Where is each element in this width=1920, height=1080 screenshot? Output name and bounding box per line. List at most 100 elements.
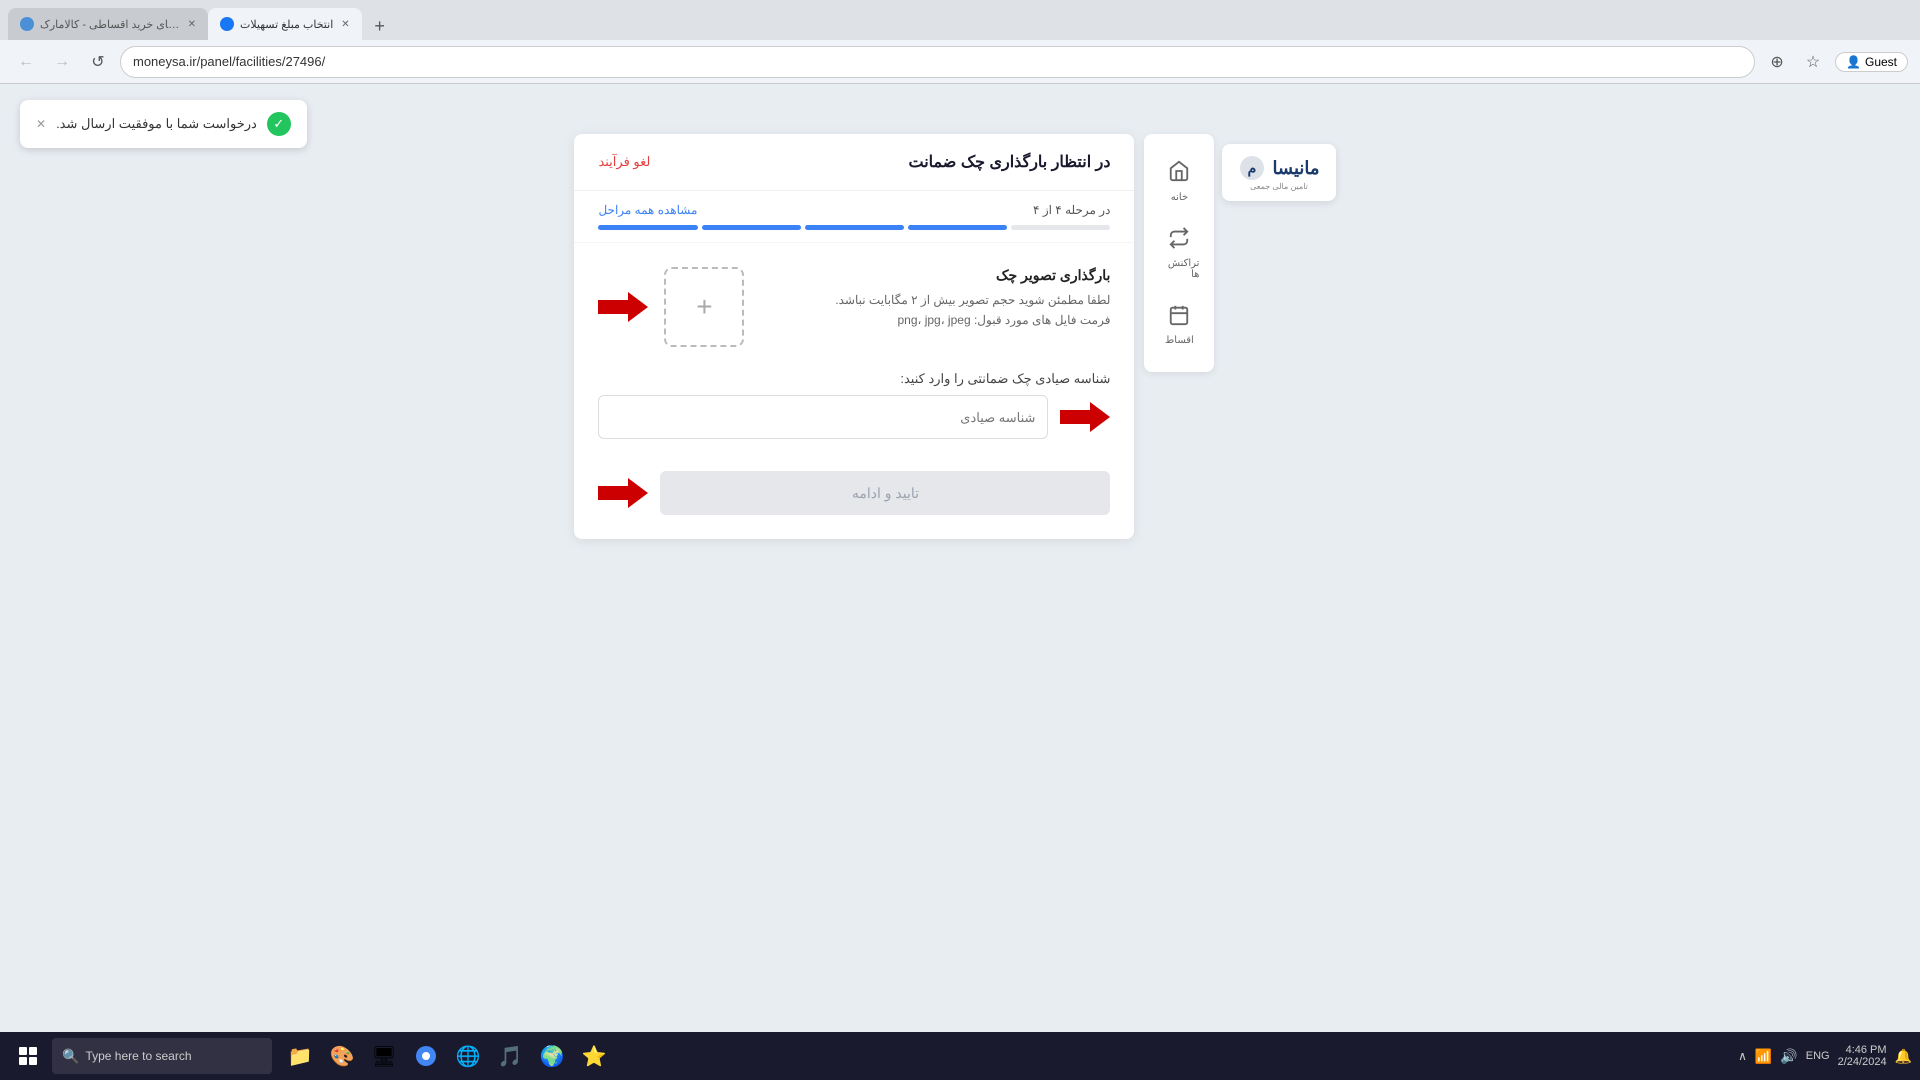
- content-panel: در انتظار بارگذاری چک ضمانت لغو فرآیند د…: [574, 134, 1134, 539]
- input-wrapper: [598, 395, 1110, 439]
- field-label: شناسه صیادی چک ضمانتی را وارد کنید:: [598, 371, 1110, 387]
- logo-icon: م: [1238, 154, 1266, 182]
- transactions-label: تراکنش ها: [1159, 258, 1199, 280]
- taskbar-app-chrome2[interactable]: 🌍: [532, 1036, 572, 1076]
- notification-check-icon: ✓: [267, 112, 291, 136]
- submit-area: تایید و ادامه: [574, 455, 1134, 539]
- upload-info: بارگذاری تصویر چک لطفا مطمئن شوید حجم تص…: [760, 267, 1110, 331]
- svg-text:م: م: [1248, 160, 1257, 177]
- address-bar[interactable]: moneysa.ir/panel/facilities/27496/: [120, 46, 1755, 78]
- profile-button[interactable]: 👤 Guest: [1835, 52, 1908, 72]
- upload-desc-line2: فرمت فایل های مورد قبول: png، jpg، jpeg: [760, 310, 1110, 330]
- submit-arrow: [598, 478, 648, 508]
- taskbar-clock: 4:46 PM 2/24/2024: [1838, 1044, 1887, 1068]
- profile-label: Guest: [1865, 55, 1897, 69]
- notification-bar: ✕ درخواست شما با موفقیت ارسال شد. ✓: [20, 100, 307, 148]
- taskbar-time: 4:46 PM: [1846, 1044, 1887, 1056]
- tab1-favicon: [20, 17, 34, 31]
- upload-box[interactable]: +: [664, 267, 744, 347]
- taskbar-right: ∧ 📶 🔊 ENG 4:46 PM 2/24/2024 🔔: [1738, 1044, 1912, 1068]
- taskbar-search-icon: 🔍: [62, 1048, 79, 1065]
- forward-button[interactable]: →: [48, 48, 76, 76]
- panel-title: در انتظار بارگذاری چک ضمانت: [909, 152, 1111, 172]
- logo-box: مانیسا م تامین مالی جمعی: [1222, 144, 1335, 201]
- taskbar-app-file-explorer[interactable]: 📁: [280, 1036, 320, 1076]
- sidebar-item-installments[interactable]: اقساط: [1149, 294, 1209, 356]
- upload-desc-line1: لطفا مطمئن شوید حجم تصویر بیش از ۲ مگابا…: [760, 290, 1110, 310]
- reload-button[interactable]: ↺: [84, 48, 112, 76]
- notification-close[interactable]: ✕: [36, 117, 46, 131]
- notification-text: درخواست شما با موفقیت ارسال شد.: [56, 116, 257, 132]
- home-icon: [1168, 160, 1190, 188]
- tab-bar: راهنمای خرید اقساطی - کالامارک ✕ انتخاب …: [0, 0, 1920, 40]
- taskbar: 🔍 Type here to search 📁 🎨 🖥 🌐 🎵 🌍 ⭐ ∧ 📶 …: [0, 1032, 1920, 1080]
- notifications-icon[interactable]: 🔔: [1895, 1048, 1912, 1065]
- page-content: ✕ درخواست شما با موفقیت ارسال شد. ✓ در ا…: [0, 84, 1920, 1032]
- taskbar-app-ps[interactable]: 🎨: [322, 1036, 362, 1076]
- lang-indicator: ENG: [1806, 1050, 1830, 1062]
- back-button[interactable]: ←: [12, 48, 40, 76]
- tab-2[interactable]: انتخاب مبلغ تسهیلات ✕: [208, 8, 362, 40]
- sidebar: خانه تراکنش ها: [1144, 134, 1214, 372]
- taskbar-search[interactable]: 🔍 Type here to search: [52, 1038, 272, 1074]
- browser-chrome: راهنمای خرید اقساطی - کالامارک ✕ انتخاب …: [0, 0, 1920, 84]
- progress-seg-5: [598, 225, 697, 230]
- arrow-right-icon: [598, 292, 648, 322]
- main-layout: در انتظار بارگذاری چک ضمانت لغو فرآیند د…: [574, 134, 1345, 539]
- new-tab-button[interactable]: +: [366, 12, 394, 40]
- form-area: بارگذاری تصویر چک لطفا مطمئن شوید حجم تص…: [574, 243, 1134, 455]
- speaker-icon: 🔊: [1780, 1048, 1797, 1065]
- tab2-label: انتخاب مبلغ تسهیلات: [240, 18, 333, 31]
- home-label: خانه: [1171, 192, 1188, 203]
- translate-icon[interactable]: ⊕: [1763, 48, 1791, 76]
- field-section: شناسه صیادی چک ضمانتی را وارد کنید:: [598, 371, 1110, 439]
- taskbar-app-chrome[interactable]: 🌐: [448, 1036, 488, 1076]
- progress-bar: [598, 225, 1110, 230]
- taskbar-app-chrome-blue[interactable]: [406, 1036, 446, 1076]
- taskbar-app-windows[interactable]: 🖥: [364, 1036, 404, 1076]
- progress-seg-2: [908, 225, 1007, 230]
- panel-header: در انتظار بارگذاری چک ضمانت لغو فرآیند: [574, 134, 1134, 191]
- upload-plus-icon: +: [696, 291, 712, 323]
- logo-area: مانیسا م تامین مالی جمعی: [1222, 134, 1335, 201]
- taskbar-up-arrow[interactable]: ∧: [1738, 1049, 1747, 1063]
- taskbar-app-podcast[interactable]: 🎵: [490, 1036, 530, 1076]
- upload-arrow: [598, 292, 648, 322]
- progress-area: در مرحله ۴ از ۴ مشاهده همه مراحل: [574, 191, 1134, 243]
- input-arrow: [1060, 402, 1110, 432]
- upload-title: بارگذاری تصویر چک: [760, 267, 1110, 284]
- upload-section: بارگذاری تصویر چک لطفا مطمئن شوید حجم تص…: [598, 267, 1110, 347]
- tab2-close[interactable]: ✕: [341, 19, 349, 30]
- taskbar-search-text: Type here to search: [85, 1049, 191, 1063]
- start-button[interactable]: [8, 1036, 48, 1076]
- arrow-input-icon: [1060, 402, 1110, 432]
- taskbar-app-star[interactable]: ⭐: [574, 1036, 614, 1076]
- bookmark-icon[interactable]: ☆: [1799, 48, 1827, 76]
- tab1-label: راهنمای خرید اقساطی - کالامارک: [40, 18, 180, 31]
- tab-1[interactable]: راهنمای خرید اقساطی - کالامارک ✕: [8, 8, 208, 40]
- logo-sub: تامین مالی جمعی: [1250, 182, 1308, 191]
- profile-icon: 👤: [1846, 55, 1861, 69]
- sidebar-item-transactions[interactable]: تراکنش ها: [1149, 217, 1209, 290]
- installments-label: اقساط: [1165, 335, 1194, 346]
- submit-button[interactable]: تایید و ادامه: [660, 471, 1110, 515]
- progress-seg-4: [702, 225, 801, 230]
- arrow-submit-icon: [598, 478, 648, 508]
- installments-icon: [1168, 304, 1190, 331]
- address-text: moneysa.ir/panel/facilities/27496/: [133, 54, 325, 69]
- tab1-close[interactable]: ✕: [188, 19, 196, 30]
- progress-seg-3: [805, 225, 904, 230]
- browser-toolbar: ← → ↺ moneysa.ir/panel/facilities/27496/…: [0, 40, 1920, 84]
- logo-brand: مانیسا: [1272, 158, 1319, 179]
- taskbar-date: 2/24/2024: [1838, 1056, 1887, 1068]
- network-icon: 📶: [1755, 1048, 1772, 1065]
- sidebar-item-home[interactable]: خانه: [1149, 150, 1209, 213]
- transactions-icon: [1168, 227, 1190, 254]
- taskbar-apps: 📁 🎨 🖥 🌐 🎵 🌍 ⭐: [280, 1036, 614, 1076]
- submit-wrapper: تایید و ادامه: [598, 471, 1110, 515]
- serial-input[interactable]: [598, 395, 1048, 439]
- progress-seg-1: [1011, 225, 1110, 230]
- progress-view-all[interactable]: مشاهده همه مراحل: [598, 203, 697, 217]
- cancel-link[interactable]: لغو فرآیند: [598, 154, 650, 170]
- tab2-favicon: [220, 17, 234, 31]
